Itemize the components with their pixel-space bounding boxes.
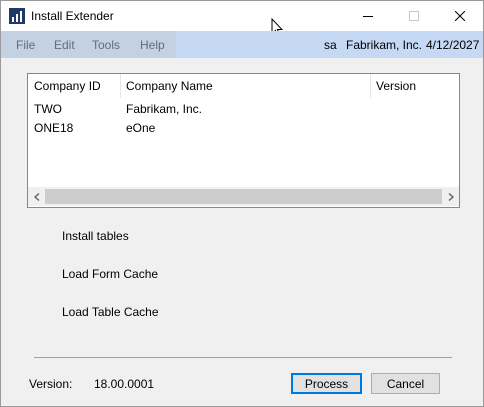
status-user: sa — [324, 38, 337, 52]
horizontal-scrollbar[interactable] — [28, 187, 459, 206]
version-label: Version: — [29, 377, 73, 391]
user-status-area: sa Fabrikam, Inc. 4/12/2027 — [176, 31, 483, 58]
step-load-form-cache: Load Form Cache — [62, 267, 159, 281]
scroll-left-button[interactable] — [28, 187, 45, 206]
company-name-cell: Fabrikam, Inc. — [126, 102, 203, 116]
maximize-icon — [409, 11, 419, 21]
divider — [34, 357, 452, 358]
process-button[interactable]: Process — [291, 373, 362, 394]
scroll-right-button[interactable] — [442, 187, 459, 206]
menu-bar: File Edit Tools Help sa Fabrikam, Inc. 4… — [1, 31, 483, 58]
menu-file[interactable]: File — [16, 38, 35, 52]
column-header-company-name[interactable]: Company Name — [120, 74, 370, 98]
close-button[interactable] — [437, 1, 483, 31]
step-install-tables: Install tables — [62, 229, 129, 243]
list-item[interactable]: ONE18 eOne — [28, 118, 459, 137]
list-item[interactable]: TWO Fabrikam, Inc. — [28, 99, 459, 118]
column-header-version[interactable]: Version — [370, 74, 459, 98]
chevron-left-icon — [33, 192, 39, 201]
menu-help[interactable]: Help — [140, 38, 165, 52]
title-bar[interactable]: Install Extender — [1, 1, 483, 38]
window-title: Install Extender — [31, 9, 114, 23]
menu-edit[interactable]: Edit — [54, 38, 75, 52]
chevron-right-icon — [448, 192, 454, 201]
menu-items-area: File Edit Tools Help — [1, 31, 176, 58]
cancel-button[interactable]: Cancel — [371, 373, 440, 394]
company-list[interactable]: Company ID Company Name Version TWO Fabr… — [27, 73, 460, 208]
bar-chart-icon — [9, 8, 25, 24]
menu-tools[interactable]: Tools — [92, 38, 120, 52]
minimize-button[interactable] — [345, 1, 391, 31]
version-value: 18.00.0001 — [94, 377, 155, 391]
status-date: 4/12/2027 — [426, 38, 480, 52]
close-icon — [455, 11, 465, 21]
company-id-cell: ONE18 — [34, 121, 74, 135]
step-load-table-cache: Load Table Cache — [62, 305, 159, 319]
scrollbar-thumb[interactable] — [45, 189, 442, 204]
status-company: Fabrikam, Inc. — [346, 38, 423, 52]
company-name-cell: eOne — [126, 121, 156, 135]
install-extender-window: Install Extender File Edit Tools Help sa… — [0, 0, 484, 407]
minimize-icon — [363, 16, 373, 17]
company-id-cell: TWO — [34, 102, 62, 116]
maximize-button[interactable] — [391, 1, 437, 31]
column-header-company-id[interactable]: Company ID — [28, 74, 120, 98]
